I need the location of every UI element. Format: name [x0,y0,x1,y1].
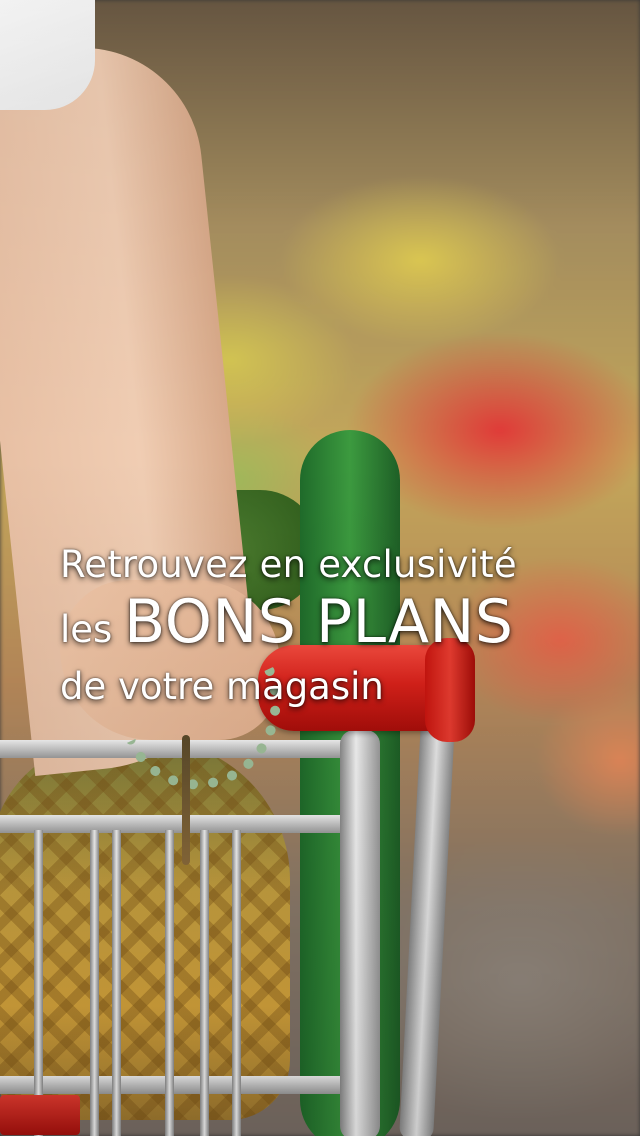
headline-line-1: Retrouvez en exclusivité [60,543,517,586]
headline-line-3: de votre magasin [60,665,384,708]
headline-prefix: les [60,608,113,651]
headline-line-2: les BONS PLANS [60,592,620,660]
headline: Retrouvez en exclusivité les BONS PLANS … [60,538,620,714]
splash-screen: Retrouvez en exclusivité les BONS PLANS … [0,0,640,1136]
headline-highlight: BONS PLANS [124,587,514,657]
